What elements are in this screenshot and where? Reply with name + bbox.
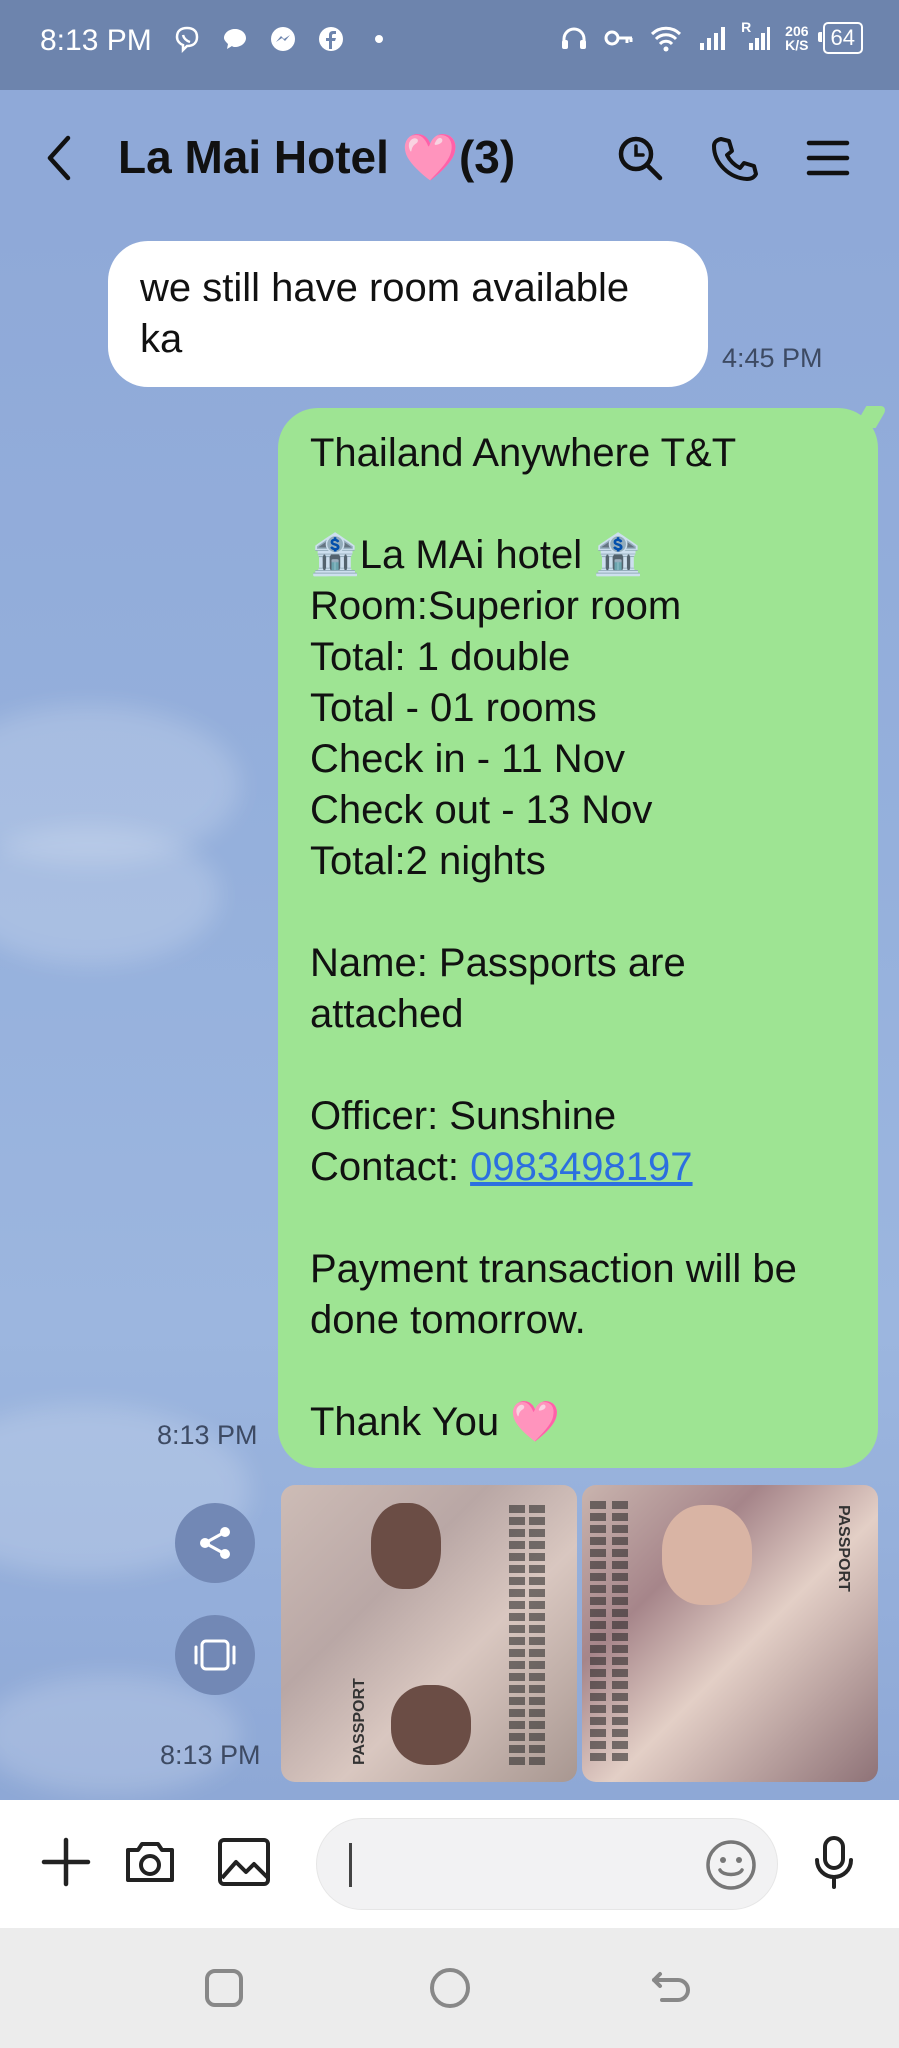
home-icon (430, 1968, 470, 2008)
message-line (310, 887, 846, 938)
viber-icon (170, 22, 204, 56)
call-icon (712, 137, 758, 181)
menu-button[interactable] (800, 130, 856, 186)
vpn-key-icon (604, 30, 633, 46)
photo-label: PASSPORT (351, 1678, 368, 1765)
voice-button[interactable] (802, 1830, 866, 1894)
search-icon (618, 136, 663, 181)
phone-link[interactable]: 0983498197 (470, 1145, 692, 1189)
system-navigation-bar (0, 1928, 899, 2048)
message-input[interactable] (316, 1818, 778, 1910)
message-line (310, 1040, 846, 1091)
chat-area[interactable]: we still have room available ka 4:45 PM … (0, 225, 899, 1800)
message-line (310, 1193, 846, 1244)
message-line: Thank You 🩷 (310, 1400, 560, 1444)
share-button[interactable] (175, 1503, 255, 1583)
network-speed: 206 K/S (785, 23, 809, 53)
chat-header: La Mai Hotel 🩷(3) (0, 90, 899, 225)
contact-line: Contact: 0983498197 (310, 1145, 693, 1189)
incoming-message-bubble[interactable]: we still have room available ka (108, 241, 708, 387)
message-line: Thailand Anywhere T&T (310, 431, 737, 475)
outgoing-message-body: Thailand Anywhere T&T 🏦La MAi hotel 🏦 Room… (310, 428, 846, 1142)
recent-apps-button[interactable] (192, 1956, 256, 2020)
chat-bubble-icon (218, 22, 252, 56)
message-timestamp: 8:13 PM (157, 1420, 258, 1450)
home-button[interactable] (418, 1956, 482, 2020)
messenger-icon (266, 22, 300, 56)
message-line: Total:2 nights (310, 839, 546, 883)
camera-button[interactable] (118, 1830, 182, 1894)
status-bar: 8:13 PM R 206 K/S 64 (0, 0, 899, 90)
back-nav-button[interactable] (640, 1956, 704, 2020)
recent-apps-icon (205, 1969, 243, 2007)
roaming-signal: R (741, 19, 771, 53)
back-nav-icon (652, 1972, 690, 2002)
message-line (310, 479, 846, 530)
message-text-field[interactable] (357, 1839, 681, 1893)
back-icon (47, 135, 71, 181)
passport-photo-2[interactable]: PASSPORT (582, 1485, 878, 1782)
status-time: 8:13 PM (40, 24, 152, 57)
battery-indicator: 64 (817, 22, 863, 54)
dot-icon (362, 22, 396, 56)
message-input-bar (0, 1800, 899, 1928)
message-line: attached (310, 992, 464, 1036)
gallery-button[interactable] (175, 1615, 255, 1695)
emoji-icon[interactable] (703, 1837, 759, 1893)
image-icon (218, 1838, 270, 1886)
signal-icon (700, 27, 726, 50)
call-button[interactable] (706, 130, 762, 186)
album-icon (194, 1639, 236, 1671)
back-button[interactable] (40, 128, 90, 188)
message-line (310, 1346, 846, 1397)
passport-photo-1[interactable]: PASSPORT (281, 1485, 577, 1782)
message-line: Room:Superior room (310, 584, 682, 628)
facebook-icon (314, 22, 348, 56)
add-button[interactable] (34, 1830, 98, 1894)
share-icon (200, 1527, 230, 1559)
message-line: Check out - 13 Nov (310, 788, 653, 832)
message-line: Total - 01 rooms (310, 686, 597, 730)
headphones-icon (562, 27, 587, 49)
notification-icons (170, 22, 396, 56)
message-line: Total: 1 double (310, 635, 571, 679)
message-line: Payment transaction will be (310, 1247, 797, 1291)
incoming-message-text: we still have room available ka (140, 266, 630, 361)
message-line: done tomorrow. (310, 1298, 586, 1342)
outgoing-message-body-end: Payment transaction will be done tomorrow… (310, 1193, 846, 1448)
image-button[interactable] (212, 1830, 276, 1894)
message-line: Name: Passports are (310, 941, 686, 985)
message-timestamp: 8:13 PM (160, 1740, 261, 1770)
plus-icon (41, 1837, 91, 1887)
system-indicators: R 206 K/S 64 (559, 19, 863, 54)
message-timestamp: 4:45 PM (722, 343, 823, 373)
photo-label: PASSPORT (835, 1505, 852, 1592)
message-line: 🏦La MAi hotel 🏦 (310, 533, 644, 577)
outgoing-message-bubble[interactable]: Thailand Anywhere T&T 🏦La MAi hotel 🏦 Room… (278, 408, 878, 1468)
search-button[interactable] (612, 130, 668, 186)
camera-icon (126, 1842, 174, 1882)
chat-title[interactable]: La Mai Hotel 🩷(3) (118, 130, 515, 185)
microphone-icon (815, 1836, 853, 1889)
message-line: Check in - 11 Nov (310, 737, 625, 781)
menu-icon (806, 140, 850, 176)
message-line: Officer: Sunshine (310, 1094, 617, 1138)
wifi-icon (651, 26, 682, 52)
